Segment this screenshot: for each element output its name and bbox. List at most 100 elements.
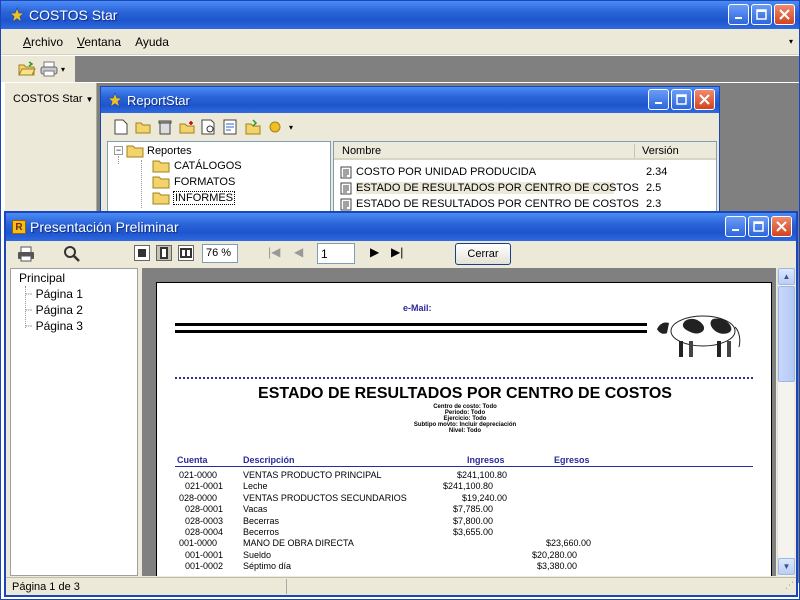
scroll-thumb[interactable] bbox=[778, 286, 795, 382]
outline-page-3[interactable]: ┄ Página 3 bbox=[25, 319, 83, 333]
reportstar-title-bar[interactable]: ReportStar bbox=[101, 87, 719, 113]
report-cell-cuenta: 028-0000 bbox=[179, 492, 218, 503]
print-dropdown-icon[interactable]: ▾ bbox=[61, 65, 65, 74]
export-icon[interactable] bbox=[243, 117, 263, 137]
close-button[interactable] bbox=[694, 89, 715, 110]
new-document-icon[interactable] bbox=[111, 117, 131, 137]
resize-grip-icon[interactable]: ⋰ bbox=[785, 580, 794, 591]
folder-icon bbox=[152, 160, 170, 173]
tree-root[interactable]: Reportes bbox=[126, 144, 192, 158]
list-header: Nombre Versión bbox=[334, 142, 716, 160]
tree-expand-icon[interactable]: − bbox=[114, 146, 123, 155]
report-cell-ing2: $241,100.80 bbox=[456, 470, 507, 480]
main-title-bar[interactable]: COSTOS Star bbox=[1, 1, 799, 29]
delete-icon[interactable] bbox=[155, 117, 175, 137]
close-button[interactable] bbox=[771, 216, 792, 237]
report-r-icon: R bbox=[12, 220, 26, 234]
design-icon[interactable] bbox=[221, 117, 241, 137]
zoom-search-icon[interactable] bbox=[62, 244, 82, 264]
maximize-icon bbox=[753, 221, 764, 232]
report-cell-cuenta: 021-0000 bbox=[179, 470, 218, 480]
maximize-button[interactable] bbox=[751, 4, 772, 25]
tree-item-informes[interactable]: INFORMES bbox=[152, 191, 236, 205]
maximize-button[interactable] bbox=[671, 89, 692, 110]
report-cell-cuenta: 021-0001 bbox=[185, 481, 224, 492]
close-button[interactable] bbox=[774, 4, 795, 25]
preview-icon[interactable] bbox=[199, 117, 219, 137]
report-page: e-Mail: ESTADO DE RESULTADOS POR CENTRO … bbox=[156, 282, 772, 576]
email-label: e-Mail: bbox=[403, 303, 432, 313]
report-cell-egr1: $20,280.00 bbox=[531, 549, 577, 560]
full-page-view-icon[interactable] bbox=[178, 245, 194, 261]
print-icon[interactable] bbox=[39, 59, 59, 79]
toolbar-gray-strip bbox=[75, 56, 799, 82]
menu-archivo[interactable]: Archivo bbox=[23, 35, 63, 49]
maximize-icon bbox=[756, 9, 767, 20]
report-cell-egr1: $3,380.00 bbox=[536, 561, 577, 572]
reportstar-title: ReportStar bbox=[127, 92, 190, 108]
status-page-text: Página 1 de 3 bbox=[12, 581, 80, 593]
print-icon[interactable] bbox=[16, 244, 36, 264]
next-page-icon[interactable]: ▶ bbox=[370, 245, 379, 259]
report-cell-ing1: $7,785.00 bbox=[452, 504, 493, 515]
menu-overflow-icon[interactable]: ▾ bbox=[789, 37, 793, 46]
list-item[interactable]: ESTADO DE RESULTADOS POR CENTRO DE COSTO… bbox=[340, 196, 716, 212]
open-folder-icon[interactable] bbox=[17, 59, 37, 79]
minimize-button[interactable] bbox=[725, 216, 746, 237]
single-page-view-icon[interactable] bbox=[134, 245, 150, 261]
preview-toolbar: 76 % |◀ ◀ 1 ▶ ▶| Cerrar bbox=[6, 241, 796, 267]
folder-open-icon bbox=[126, 145, 144, 158]
header-rule-bottom bbox=[175, 330, 647, 333]
folder-icon bbox=[152, 192, 170, 205]
report-document-icon bbox=[340, 182, 352, 194]
filter-line: Nivel: Todo bbox=[448, 428, 482, 434]
minimize-button[interactable] bbox=[648, 89, 669, 110]
close-icon bbox=[699, 94, 710, 105]
previous-page-icon[interactable]: ◀ bbox=[294, 245, 303, 259]
last-page-icon[interactable]: ▶| bbox=[391, 245, 403, 259]
menu-ventana[interactable]: Ventana bbox=[77, 35, 121, 49]
open-folder-icon[interactable] bbox=[133, 117, 153, 137]
report-cell-ing1: $3,655.00 bbox=[452, 527, 493, 537]
scroll-up-button[interactable]: ▲ bbox=[778, 268, 795, 285]
report-cell-desc: MANO DE OBRA DIRECTA bbox=[243, 538, 354, 549]
preview-title-bar[interactable]: R Presentación Preliminar bbox=[6, 213, 796, 241]
outline-page-1[interactable]: ┄ Página 1 bbox=[25, 287, 83, 301]
zoom-field[interactable]: 76 % bbox=[202, 244, 238, 263]
menu-ayuda[interactable]: Ayuda bbox=[135, 35, 169, 49]
tree-item-catalogos[interactable]: CATÁLOGOS bbox=[152, 159, 242, 173]
main-toolbar: ▾ bbox=[1, 56, 799, 82]
maximize-button[interactable] bbox=[748, 216, 769, 237]
toolbar-dropdown-icon[interactable]: ▾ bbox=[289, 123, 293, 132]
header-ingresos: Ingresos bbox=[467, 455, 505, 465]
report-cell-cuenta: 028-0004 bbox=[185, 527, 224, 537]
report-filters: Centro de costo: Todo Periodo: Todo Ejer… bbox=[157, 404, 773, 434]
close-preview-button[interactable]: Cerrar bbox=[455, 243, 511, 265]
first-page-icon[interactable]: |◀ bbox=[268, 245, 280, 259]
column-header-nombre[interactable]: Nombre bbox=[342, 145, 381, 157]
wizard-icon[interactable] bbox=[265, 117, 285, 137]
tree-item-formatos[interactable]: FORMATOS bbox=[152, 175, 235, 189]
minimize-button[interactable] bbox=[728, 4, 749, 25]
side-panel-header[interactable]: COSTOS Star ▼ bbox=[5, 93, 96, 105]
report-cell-egr2: $23,660.00 bbox=[545, 538, 591, 549]
outline-root[interactable]: Principal bbox=[19, 271, 65, 285]
list-item[interactable]: ESTADO DE RESULTADOS POR CENTRO DE COSTO… bbox=[340, 180, 716, 196]
minimize-icon bbox=[654, 101, 662, 104]
new-folder-icon[interactable] bbox=[177, 117, 197, 137]
report-cell-cuenta: 028-0001 bbox=[185, 504, 224, 515]
report-title: ESTADO DE RESULTADOS POR CENTRO DE COSTO… bbox=[258, 385, 672, 402]
scroll-down-button[interactable]: ▼ bbox=[778, 558, 795, 575]
report-cell-ing1: $241,100.80 bbox=[442, 481, 493, 492]
preview-title: Presentación Preliminar bbox=[30, 219, 179, 235]
outline-page-2[interactable]: ┄ Página 2 bbox=[25, 303, 83, 317]
vertical-scrollbar[interactable]: ▲ ▼ bbox=[777, 268, 795, 576]
page-number-input[interactable]: 1 bbox=[317, 243, 355, 264]
header-underline bbox=[175, 466, 753, 467]
page-width-view-icon[interactable] bbox=[156, 245, 172, 261]
reportstar-toolbar: ▾ bbox=[105, 115, 717, 139]
report-cell-desc: Sueldo bbox=[243, 549, 272, 560]
cow-logo-icon bbox=[657, 315, 741, 357]
column-header-version[interactable]: Versión bbox=[642, 145, 679, 157]
list-item[interactable]: COSTO POR UNIDAD PRODUCIDA 2.34 bbox=[340, 164, 716, 180]
